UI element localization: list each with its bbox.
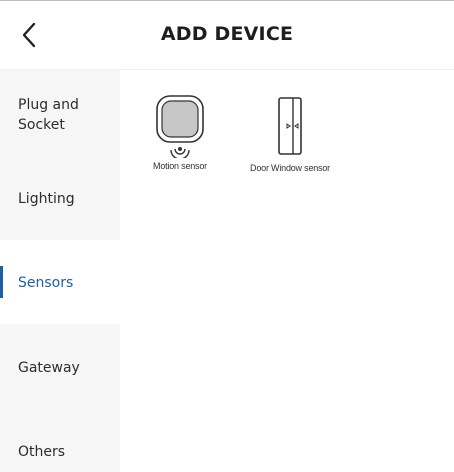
sidebar-item-label: Plug and Socket [18, 97, 79, 133]
device-door-window-sensor[interactable]: Door Window sensor [236, 96, 344, 173]
top-bar: ADD DEVICE [0, 0, 454, 70]
motion-sensor-icon [156, 95, 204, 158]
category-sidebar: Plug and Socket Lighting Sensors Gateway… [0, 70, 120, 472]
device-motion-sensor[interactable]: Motion sensor [134, 94, 226, 171]
sidebar-item-label: Gateway [18, 360, 80, 376]
device-grid: Motion sensor Door Window sensor [120, 70, 454, 472]
door-window-sensor-icon [278, 97, 302, 155]
sidebar-item-label: Sensors [18, 275, 74, 291]
device-label: Door Window sensor [250, 163, 330, 173]
sidebar-item-plug-and-socket[interactable]: Plug and Socket [0, 70, 120, 155]
sidebar-item-label: Others [18, 444, 66, 460]
sidebar-item-sensors[interactable]: Sensors [0, 240, 120, 324]
page-title: ADD DEVICE [160, 23, 294, 45]
sidebar-item-label: Lighting [18, 191, 75, 207]
sidebar-item-gateway[interactable]: Gateway [0, 324, 120, 408]
device-label: Motion sensor [153, 161, 207, 171]
sidebar-item-lighting[interactable]: Lighting [0, 155, 120, 240]
active-indicator [0, 266, 3, 298]
sidebar-item-others[interactable]: Others [0, 408, 120, 472]
